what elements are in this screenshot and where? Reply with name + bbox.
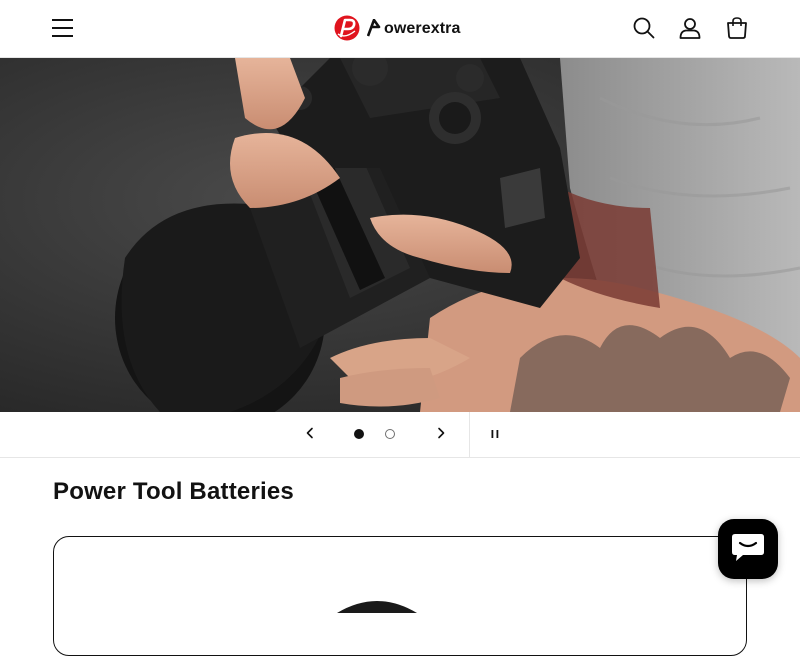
search-icon	[633, 17, 655, 39]
controls-divider	[469, 412, 470, 457]
chat-bubble-icon	[731, 532, 765, 567]
search-button[interactable]	[626, 10, 662, 46]
cart-icon	[726, 17, 748, 39]
camera-hero-image	[0, 58, 800, 412]
slide-dot-1[interactable]	[354, 429, 364, 439]
chevron-right-icon	[436, 426, 446, 444]
site-header: owerextra	[0, 0, 800, 58]
cart-button[interactable]	[719, 10, 755, 46]
logo-text: owerextra	[384, 19, 461, 37]
menu-icon	[52, 19, 74, 37]
account-icon	[679, 17, 701, 39]
chevron-left-icon	[305, 426, 315, 444]
pause-icon	[490, 426, 500, 444]
previous-slide-button[interactable]	[296, 421, 324, 449]
pause-slideshow-button[interactable]	[481, 421, 509, 449]
site-logo[interactable]: owerextra	[333, 13, 461, 43]
product-card[interactable]	[53, 536, 747, 656]
hero-slideshow	[0, 58, 800, 412]
slideshow-controls	[0, 412, 800, 458]
chat-button[interactable]	[718, 519, 778, 579]
section-title: Power Tool Batteries	[53, 478, 294, 505]
logo-p-glyph	[361, 19, 381, 37]
account-button[interactable]	[672, 10, 708, 46]
slide-dot-2[interactable]	[385, 429, 395, 439]
menu-button[interactable]	[45, 10, 81, 46]
powerextra-logo-mark	[333, 14, 361, 42]
next-slide-button[interactable]	[427, 421, 455, 449]
